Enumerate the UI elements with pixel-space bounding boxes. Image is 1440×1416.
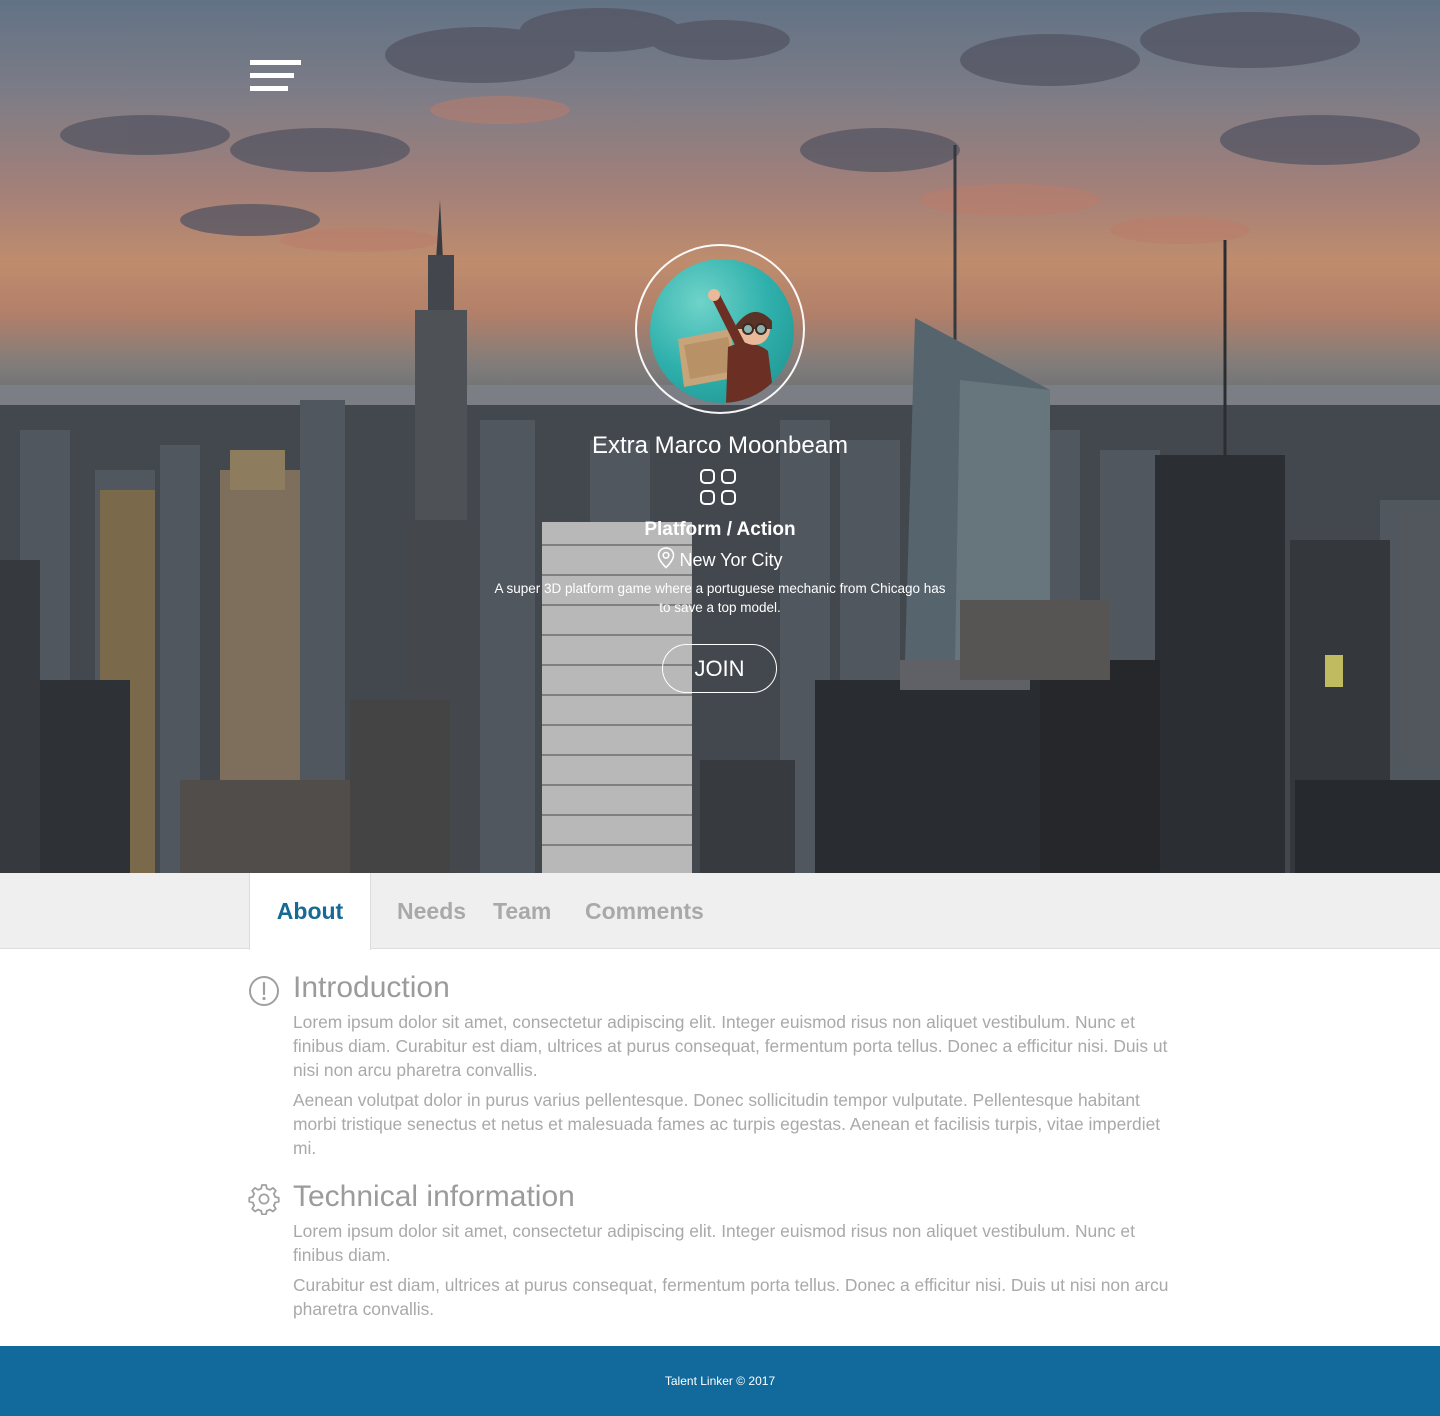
gear-icon (248, 1183, 280, 1216)
technical-paragraph: Curabitur est diam, ultrices at purus co… (293, 1275, 1169, 1319)
join-button[interactable]: JOIN (662, 644, 777, 693)
menu-line (250, 86, 288, 91)
tab-needs[interactable]: Needs (397, 873, 466, 949)
footer-copyright: Talent Linker © 2017 (664, 1374, 776, 1388)
grid-icon (700, 469, 740, 509)
menu-line (250, 73, 294, 78)
tabs-bar: About Needs Team Comments (0, 873, 1440, 950)
info-circle-icon (248, 975, 280, 1007)
tab-about[interactable]: About (249, 873, 371, 950)
project-name: Extra Marco Moonbeam (591, 432, 849, 459)
hero-banner: Extra Marco Moonbeam Platform / Action N… (0, 0, 1440, 873)
technical-paragraph: Lorem ipsum dolor sit amet, consectetur … (293, 1221, 1135, 1265)
project-location: New Yor City (420, 547, 1020, 574)
menu-line (250, 60, 301, 65)
section-title-introduction: Introduction (293, 971, 450, 1004)
tab-comments[interactable]: Comments (585, 873, 704, 949)
project-avatar-ring (635, 244, 805, 414)
avatar-illustration (678, 289, 774, 403)
intro-paragraph: Lorem ipsum dolor sit amet, consectetur … (293, 1012, 1168, 1080)
hamburger-menu-icon[interactable] (250, 60, 302, 92)
location-label: New Yor City (679, 550, 783, 570)
section-title-technical-information: Technical information (293, 1180, 575, 1213)
project-avatar (650, 259, 794, 403)
project-description: A super 3D platform game where a portugu… (494, 581, 946, 615)
project-category: Platform / Action (644, 519, 796, 540)
intro-paragraph: Aenean volutpat dolor in purus varius pe… (293, 1090, 1161, 1158)
map-pin-icon (657, 547, 675, 574)
tab-team[interactable]: Team (493, 873, 551, 949)
